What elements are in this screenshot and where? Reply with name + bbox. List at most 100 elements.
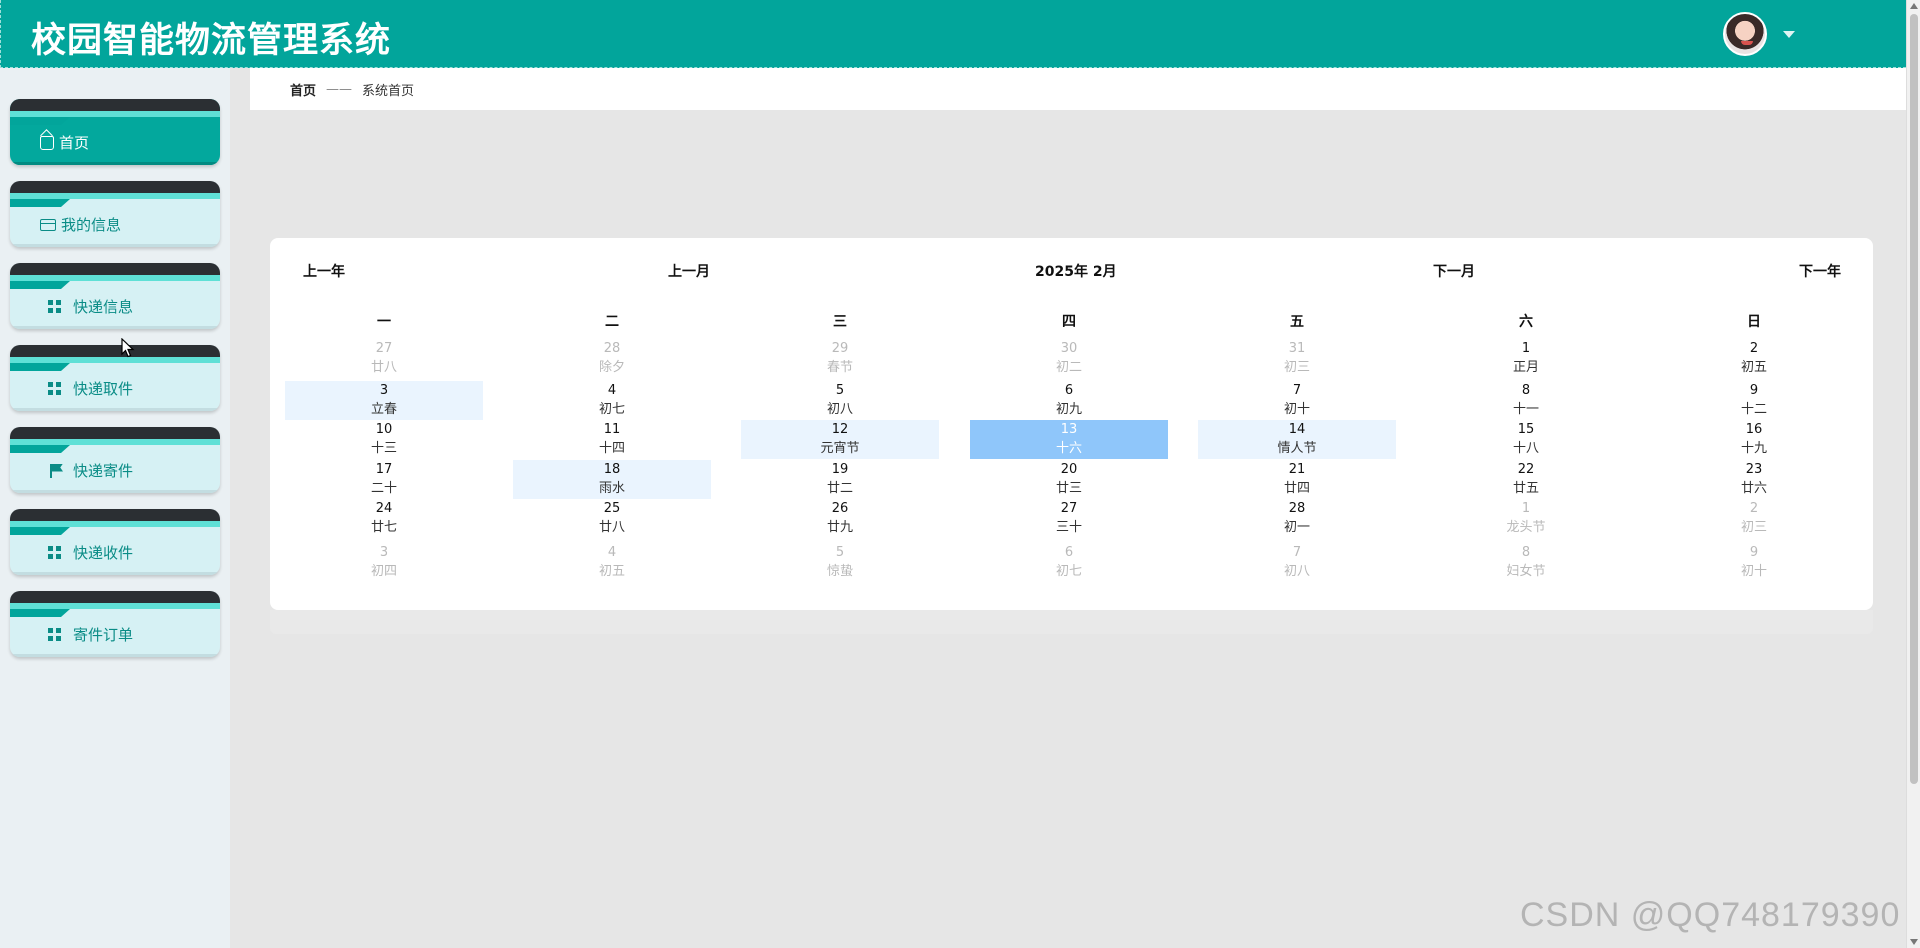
calendar-day[interactable]: 6 初九 <box>970 381 1168 420</box>
calendar-day[interactable]: 12 元宵节 <box>741 420 939 459</box>
lunar-label: 雨水 <box>598 481 625 496</box>
calendar-day[interactable]: 19 廿二 <box>741 460 939 499</box>
calendar-day[interactable]: 17 二十 <box>285 460 483 499</box>
day-number: 24 <box>375 501 393 516</box>
calendar-day[interactable]: 2 初五 <box>1655 339 1853 378</box>
calendar-day[interactable]: 15 十八 <box>1427 420 1625 459</box>
user-menu[interactable] <box>1723 12 1795 56</box>
lunar-label: 妇女节 <box>1506 564 1546 579</box>
calendar-day[interactable]: 7 初八 <box>1198 543 1396 582</box>
calendar-day[interactable]: 27 廿八 <box>285 339 483 378</box>
calendar-day[interactable]: 5 初八 <box>741 381 939 420</box>
lunar-label: 廿五 <box>1512 481 1539 496</box>
calendar-day[interactable]: 14 情人节 <box>1198 420 1396 459</box>
sidebar-item-label: 快递收件 <box>73 544 134 562</box>
sidebar-item-express-pickup[interactable]: 快递取件 <box>10 345 220 411</box>
day-number: 14 <box>1288 422 1306 437</box>
calendar-day[interactable]: 28 除夕 <box>513 339 711 378</box>
lunar-label: 廿二 <box>826 481 853 496</box>
app-header: 校园智能物流管理系统 <box>0 0 1906 68</box>
flag-icon <box>50 463 62 478</box>
calendar-day[interactable]: 10 十三 <box>285 420 483 459</box>
sidebar-item-label: 快递寄件 <box>73 462 134 480</box>
day-number: 28 <box>1288 501 1306 516</box>
sidebar-item-express-send[interactable]: 快递寄件 <box>10 427 220 493</box>
day-number: 8 <box>1521 383 1531 398</box>
day-number: 15 <box>1517 422 1535 437</box>
lunar-label: 初十 <box>1740 564 1767 579</box>
calendar-day[interactable]: 3 立春 <box>285 381 483 420</box>
lunar-label: 除夕 <box>598 360 625 375</box>
calendar-day[interactable]: 24 廿七 <box>285 499 483 538</box>
day-number: 1 <box>1521 501 1531 516</box>
calendar-day[interactable]: 25 廿八 <box>513 499 711 538</box>
calendar-day[interactable]: 3 初四 <box>285 543 483 582</box>
calendar-day[interactable]: 26 廿九 <box>741 499 939 538</box>
calendar-day[interactable]: 7 初十 <box>1198 381 1396 420</box>
calendar-day[interactable]: 2 初三 <box>1655 499 1853 538</box>
lunar-label: 初五 <box>1740 360 1767 375</box>
calendar-day[interactable]: 8 十一 <box>1427 381 1625 420</box>
calendar-day[interactable]: 1 龙头节 <box>1427 499 1625 538</box>
sidebar-item-my-info[interactable]: 我的信息 <box>10 181 220 247</box>
calendar-day[interactable]: 9 初十 <box>1655 543 1853 582</box>
calendar-day[interactable]: 30 初二 <box>970 339 1168 378</box>
scroll-down-icon[interactable] <box>1910 939 1918 945</box>
lunar-label: 廿七 <box>370 520 397 535</box>
calendar-day[interactable]: 27 三十 <box>970 499 1168 538</box>
day-number: 16 <box>1745 422 1763 437</box>
sidebar: 首页 我的信息 快递信息 快递取件 快递寄件 快递收件 寄件订单 <box>0 68 230 948</box>
next-year-button[interactable]: 下一年 <box>1799 261 1841 281</box>
lunar-label: 十三 <box>370 441 397 456</box>
lunar-label: 初八 <box>1283 564 1310 579</box>
calendar-day[interactable]: 1 正月 <box>1427 339 1625 378</box>
calendar-day[interactable]: 21 廿四 <box>1198 460 1396 499</box>
page-scrollbar[interactable] <box>1906 0 1920 948</box>
breadcrumb-home[interactable]: 首页 <box>290 80 316 99</box>
caret-down-icon[interactable] <box>1783 30 1795 38</box>
calendar-day[interactable]: 4 初五 <box>513 543 711 582</box>
calendar-day-today[interactable]: 13 十六 <box>970 420 1168 459</box>
day-number: 5 <box>835 383 845 398</box>
calendar-day[interactable]: 20 廿三 <box>970 460 1168 499</box>
sidebar-item-express-info[interactable]: 快递信息 <box>10 263 220 329</box>
lunar-label: 春节 <box>826 360 853 375</box>
calendar-day[interactable]: 16 十九 <box>1655 420 1853 459</box>
lunar-label: 三十 <box>1055 520 1082 535</box>
weekday-label: 日 <box>1747 314 1761 330</box>
day-number: 19 <box>831 462 849 477</box>
prev-month-button[interactable]: 上一月 <box>668 261 710 281</box>
sidebar-item-send-orders[interactable]: 寄件订单 <box>10 591 220 657</box>
calendar-day[interactable]: 28 初一 <box>1198 499 1396 538</box>
calendar-day[interactable]: 22 廿五 <box>1427 460 1625 499</box>
calendar-day[interactable]: 23 廿六 <box>1655 460 1853 499</box>
next-month-button[interactable]: 下一月 <box>1433 261 1475 281</box>
sidebar-item-home[interactable]: 首页 <box>10 99 220 165</box>
calendar-day[interactable]: 4 初七 <box>513 381 711 420</box>
calendar-day[interactable]: 9 十二 <box>1655 381 1853 420</box>
calendar-day[interactable]: 18 雨水 <box>513 460 711 499</box>
day-number: 21 <box>1288 462 1306 477</box>
day-number: 28 <box>603 341 621 356</box>
scroll-up-icon[interactable] <box>1910 3 1918 9</box>
weekday-label: 二 <box>605 314 619 330</box>
day-number: 23 <box>1745 462 1763 477</box>
calendar-day[interactable]: 29 春节 <box>741 339 939 378</box>
day-number: 7 <box>1292 383 1302 398</box>
lunar-label: 正月 <box>1512 360 1539 375</box>
home-icon <box>40 135 54 150</box>
user-avatar[interactable] <box>1723 12 1767 56</box>
calendar-day[interactable]: 5 惊蛰 <box>741 543 939 582</box>
scrollbar-thumb[interactable] <box>1910 14 1918 784</box>
calendar-day[interactable]: 8 妇女节 <box>1427 543 1625 582</box>
sidebar-item-express-receive[interactable]: 快递收件 <box>10 509 220 575</box>
day-number: 31 <box>1288 341 1306 356</box>
lunar-label: 十一 <box>1512 402 1539 417</box>
lunar-label: 初一 <box>1283 520 1310 535</box>
prev-year-button[interactable]: 上一年 <box>303 261 345 281</box>
calendar-day[interactable]: 11 十四 <box>513 420 711 459</box>
calendar-day[interactable]: 6 初七 <box>970 543 1168 582</box>
day-number: 29 <box>831 341 849 356</box>
calendar-day[interactable]: 31 初三 <box>1198 339 1396 378</box>
lunar-label: 廿九 <box>826 520 853 535</box>
